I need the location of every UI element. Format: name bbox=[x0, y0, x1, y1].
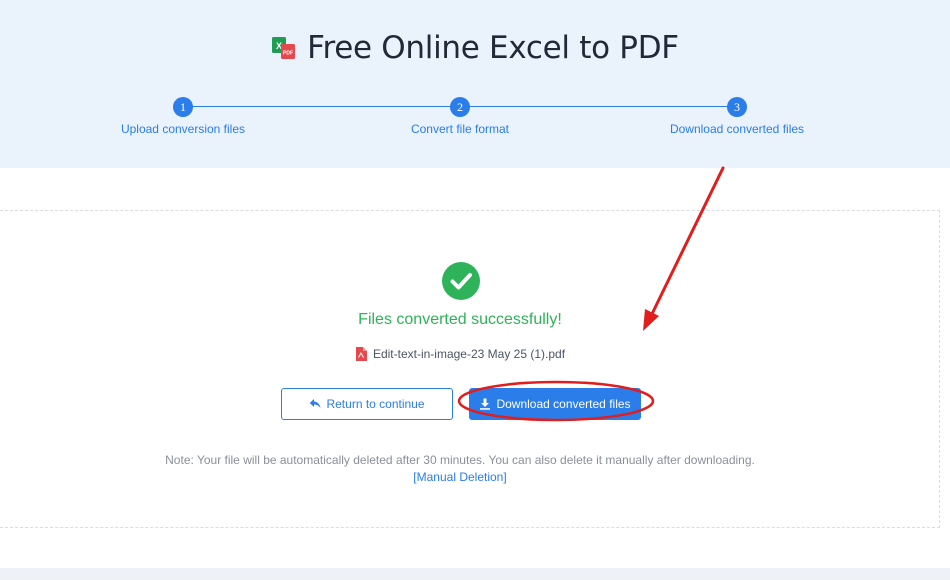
success-message: Files converted successfully! bbox=[358, 311, 562, 328]
excel-to-pdf-icon: X PDF bbox=[272, 37, 296, 59]
step-label: Upload conversion files bbox=[120, 122, 246, 136]
header-banner: X PDF Free Online Excel to PDF 1 Upload … bbox=[0, 0, 950, 168]
svg-text:PDF: PDF bbox=[283, 51, 293, 57]
download-button-label: Download converted files bbox=[496, 397, 631, 411]
step-number: 2 bbox=[450, 97, 470, 117]
step-label: Convert file format bbox=[410, 122, 510, 136]
step-upload: 1 Upload conversion files bbox=[93, 97, 273, 136]
title-row: X PDF Free Online Excel to PDF bbox=[0, 30, 950, 66]
return-button-label: Return to continue bbox=[326, 397, 425, 411]
download-button[interactable]: Download converted files bbox=[469, 388, 641, 420]
step-number: 3 bbox=[727, 97, 747, 117]
manual-deletion-link[interactable]: [Manual Deletion] bbox=[0, 470, 920, 484]
page-title: Free Online Excel to PDF bbox=[307, 30, 679, 66]
step-download: 3 Download converted files bbox=[647, 97, 827, 136]
pdf-file-icon bbox=[355, 347, 367, 361]
success-check-icon bbox=[442, 262, 480, 300]
download-icon bbox=[480, 398, 491, 410]
footer-band bbox=[0, 568, 950, 580]
reply-arrow-icon bbox=[310, 399, 321, 409]
return-button[interactable]: Return to continue bbox=[281, 388, 453, 420]
deletion-note: Note: Your file will be automatically de… bbox=[165, 453, 755, 467]
file-name: Edit-text-in-image-23 May 25 (1).pdf bbox=[372, 347, 566, 361]
step-convert: 2 Convert file format bbox=[370, 97, 550, 136]
converted-file: Edit-text-in-image-23 May 25 (1).pdf bbox=[0, 347, 920, 361]
step-number: 1 bbox=[173, 97, 193, 117]
step-label: Download converted files bbox=[669, 122, 805, 136]
